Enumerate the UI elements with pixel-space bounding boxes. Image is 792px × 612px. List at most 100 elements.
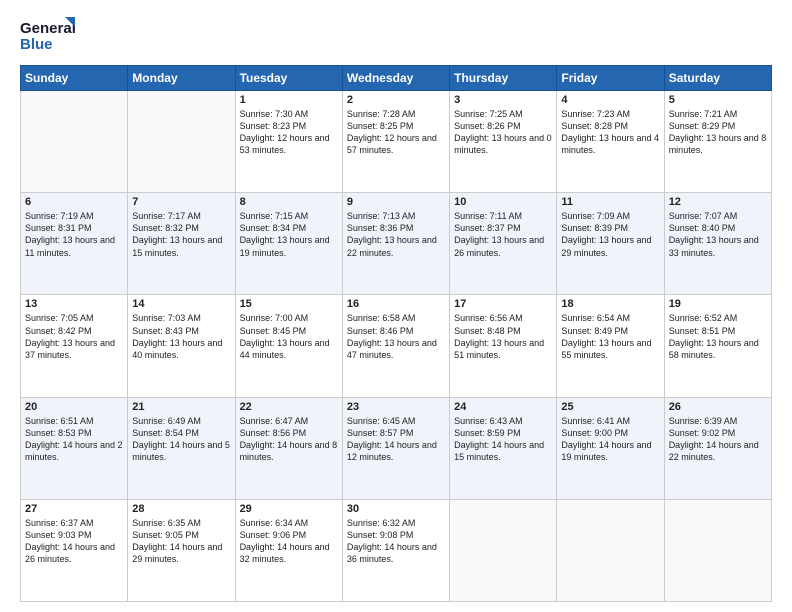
cell-sunrise: Sunrise: 7:30 AMSunset: 8:23 PMDaylight:…: [240, 109, 330, 155]
cell-sunrise: Sunrise: 6:32 AMSunset: 9:08 PMDaylight:…: [347, 518, 437, 564]
cell-sunrise: Sunrise: 7:05 AMSunset: 8:42 PMDaylight:…: [25, 313, 115, 359]
cell-sunrise: Sunrise: 6:52 AMSunset: 8:51 PMDaylight:…: [669, 313, 759, 359]
calendar-cell: 14 Sunrise: 7:03 AMSunset: 8:43 PMDaylig…: [128, 295, 235, 397]
cell-sunrise: Sunrise: 6:54 AMSunset: 8:49 PMDaylight:…: [561, 313, 651, 359]
svg-text:General: General: [20, 20, 75, 37]
logo: General Blue: [20, 15, 75, 55]
calendar-cell: 7 Sunrise: 7:17 AMSunset: 8:32 PMDayligh…: [128, 193, 235, 295]
calendar-week-row: 27 Sunrise: 6:37 AMSunset: 9:03 PMDaylig…: [21, 499, 772, 601]
calendar-cell: 30 Sunrise: 6:32 AMSunset: 9:08 PMDaylig…: [342, 499, 449, 601]
calendar-cell: 23 Sunrise: 6:45 AMSunset: 8:57 PMDaylig…: [342, 397, 449, 499]
cell-sunrise: Sunrise: 7:15 AMSunset: 8:34 PMDaylight:…: [240, 211, 330, 257]
day-number: 7: [132, 196, 230, 208]
calendar-cell: 6 Sunrise: 7:19 AMSunset: 8:31 PMDayligh…: [21, 193, 128, 295]
cell-sunrise: Sunrise: 7:28 AMSunset: 8:25 PMDaylight:…: [347, 109, 437, 155]
col-header-thursday: Thursday: [450, 66, 557, 91]
cell-sunrise: Sunrise: 7:07 AMSunset: 8:40 PMDaylight:…: [669, 211, 759, 257]
cell-sunrise: Sunrise: 6:39 AMSunset: 9:02 PMDaylight:…: [669, 416, 759, 462]
cell-sunrise: Sunrise: 6:47 AMSunset: 8:56 PMDaylight:…: [240, 416, 338, 462]
cell-sunrise: Sunrise: 7:11 AMSunset: 8:37 PMDaylight:…: [454, 211, 544, 257]
calendar-cell: 16 Sunrise: 6:58 AMSunset: 8:46 PMDaylig…: [342, 295, 449, 397]
logo-svg: General Blue: [20, 15, 75, 55]
col-header-monday: Monday: [128, 66, 235, 91]
day-number: 19: [669, 298, 767, 310]
day-number: 24: [454, 401, 552, 413]
day-number: 30: [347, 503, 445, 515]
calendar-cell: 4 Sunrise: 7:23 AMSunset: 8:28 PMDayligh…: [557, 91, 664, 193]
svg-text:Blue: Blue: [20, 36, 53, 53]
calendar-cell: 19 Sunrise: 6:52 AMSunset: 8:51 PMDaylig…: [664, 295, 771, 397]
day-number: 8: [240, 196, 338, 208]
calendar-cell: 15 Sunrise: 7:00 AMSunset: 8:45 PMDaylig…: [235, 295, 342, 397]
day-number: 13: [25, 298, 123, 310]
col-header-friday: Friday: [557, 66, 664, 91]
cell-sunrise: Sunrise: 6:51 AMSunset: 8:53 PMDaylight:…: [25, 416, 123, 462]
cell-sunrise: Sunrise: 7:21 AMSunset: 8:29 PMDaylight:…: [669, 109, 767, 155]
day-number: 25: [561, 401, 659, 413]
header: General Blue: [20, 15, 772, 55]
calendar-cell: 8 Sunrise: 7:15 AMSunset: 8:34 PMDayligh…: [235, 193, 342, 295]
day-number: 3: [454, 94, 552, 106]
cell-sunrise: Sunrise: 6:43 AMSunset: 8:59 PMDaylight:…: [454, 416, 544, 462]
col-header-tuesday: Tuesday: [235, 66, 342, 91]
day-number: 23: [347, 401, 445, 413]
calendar-cell: [128, 91, 235, 193]
day-number: 9: [347, 196, 445, 208]
day-number: 20: [25, 401, 123, 413]
cell-sunrise: Sunrise: 7:00 AMSunset: 8:45 PMDaylight:…: [240, 313, 330, 359]
calendar-cell: 1 Sunrise: 7:30 AMSunset: 8:23 PMDayligh…: [235, 91, 342, 193]
day-number: 16: [347, 298, 445, 310]
day-number: 5: [669, 94, 767, 106]
day-number: 4: [561, 94, 659, 106]
calendar-cell: 25 Sunrise: 6:41 AMSunset: 9:00 PMDaylig…: [557, 397, 664, 499]
calendar-week-row: 6 Sunrise: 7:19 AMSunset: 8:31 PMDayligh…: [21, 193, 772, 295]
cell-sunrise: Sunrise: 6:56 AMSunset: 8:48 PMDaylight:…: [454, 313, 544, 359]
day-number: 22: [240, 401, 338, 413]
cell-sunrise: Sunrise: 7:23 AMSunset: 8:28 PMDaylight:…: [561, 109, 659, 155]
calendar-cell: 13 Sunrise: 7:05 AMSunset: 8:42 PMDaylig…: [21, 295, 128, 397]
day-number: 11: [561, 196, 659, 208]
calendar-cell: 11 Sunrise: 7:09 AMSunset: 8:39 PMDaylig…: [557, 193, 664, 295]
day-number: 10: [454, 196, 552, 208]
day-number: 26: [669, 401, 767, 413]
calendar-cell: 5 Sunrise: 7:21 AMSunset: 8:29 PMDayligh…: [664, 91, 771, 193]
calendar-week-row: 1 Sunrise: 7:30 AMSunset: 8:23 PMDayligh…: [21, 91, 772, 193]
day-number: 1: [240, 94, 338, 106]
calendar-week-row: 20 Sunrise: 6:51 AMSunset: 8:53 PMDaylig…: [21, 397, 772, 499]
day-number: 18: [561, 298, 659, 310]
calendar-week-row: 13 Sunrise: 7:05 AMSunset: 8:42 PMDaylig…: [21, 295, 772, 397]
calendar-cell: 9 Sunrise: 7:13 AMSunset: 8:36 PMDayligh…: [342, 193, 449, 295]
cell-sunrise: Sunrise: 7:25 AMSunset: 8:26 PMDaylight:…: [454, 109, 552, 155]
day-number: 12: [669, 196, 767, 208]
cell-sunrise: Sunrise: 6:34 AMSunset: 9:06 PMDaylight:…: [240, 518, 330, 564]
calendar-cell: 20 Sunrise: 6:51 AMSunset: 8:53 PMDaylig…: [21, 397, 128, 499]
day-number: 6: [25, 196, 123, 208]
calendar-cell: 10 Sunrise: 7:11 AMSunset: 8:37 PMDaylig…: [450, 193, 557, 295]
calendar-cell: 28 Sunrise: 6:35 AMSunset: 9:05 PMDaylig…: [128, 499, 235, 601]
cell-sunrise: Sunrise: 7:13 AMSunset: 8:36 PMDaylight:…: [347, 211, 437, 257]
cell-sunrise: Sunrise: 6:41 AMSunset: 9:00 PMDaylight:…: [561, 416, 651, 462]
calendar-cell: 21 Sunrise: 6:49 AMSunset: 8:54 PMDaylig…: [128, 397, 235, 499]
calendar-table: SundayMondayTuesdayWednesdayThursdayFrid…: [20, 65, 772, 602]
calendar-cell: [450, 499, 557, 601]
calendar-cell: [21, 91, 128, 193]
day-number: 17: [454, 298, 552, 310]
cell-sunrise: Sunrise: 6:45 AMSunset: 8:57 PMDaylight:…: [347, 416, 437, 462]
day-number: 14: [132, 298, 230, 310]
day-number: 21: [132, 401, 230, 413]
day-number: 29: [240, 503, 338, 515]
calendar-cell: 2 Sunrise: 7:28 AMSunset: 8:25 PMDayligh…: [342, 91, 449, 193]
col-header-wednesday: Wednesday: [342, 66, 449, 91]
calendar-cell: 26 Sunrise: 6:39 AMSunset: 9:02 PMDaylig…: [664, 397, 771, 499]
calendar-cell: 24 Sunrise: 6:43 AMSunset: 8:59 PMDaylig…: [450, 397, 557, 499]
calendar-cell: 12 Sunrise: 7:07 AMSunset: 8:40 PMDaylig…: [664, 193, 771, 295]
day-number: 28: [132, 503, 230, 515]
day-number: 27: [25, 503, 123, 515]
calendar-cell: 3 Sunrise: 7:25 AMSunset: 8:26 PMDayligh…: [450, 91, 557, 193]
calendar-cell: 22 Sunrise: 6:47 AMSunset: 8:56 PMDaylig…: [235, 397, 342, 499]
calendar-cell: 18 Sunrise: 6:54 AMSunset: 8:49 PMDaylig…: [557, 295, 664, 397]
cell-sunrise: Sunrise: 7:19 AMSunset: 8:31 PMDaylight:…: [25, 211, 115, 257]
cell-sunrise: Sunrise: 7:09 AMSunset: 8:39 PMDaylight:…: [561, 211, 651, 257]
day-number: 15: [240, 298, 338, 310]
cell-sunrise: Sunrise: 6:37 AMSunset: 9:03 PMDaylight:…: [25, 518, 115, 564]
